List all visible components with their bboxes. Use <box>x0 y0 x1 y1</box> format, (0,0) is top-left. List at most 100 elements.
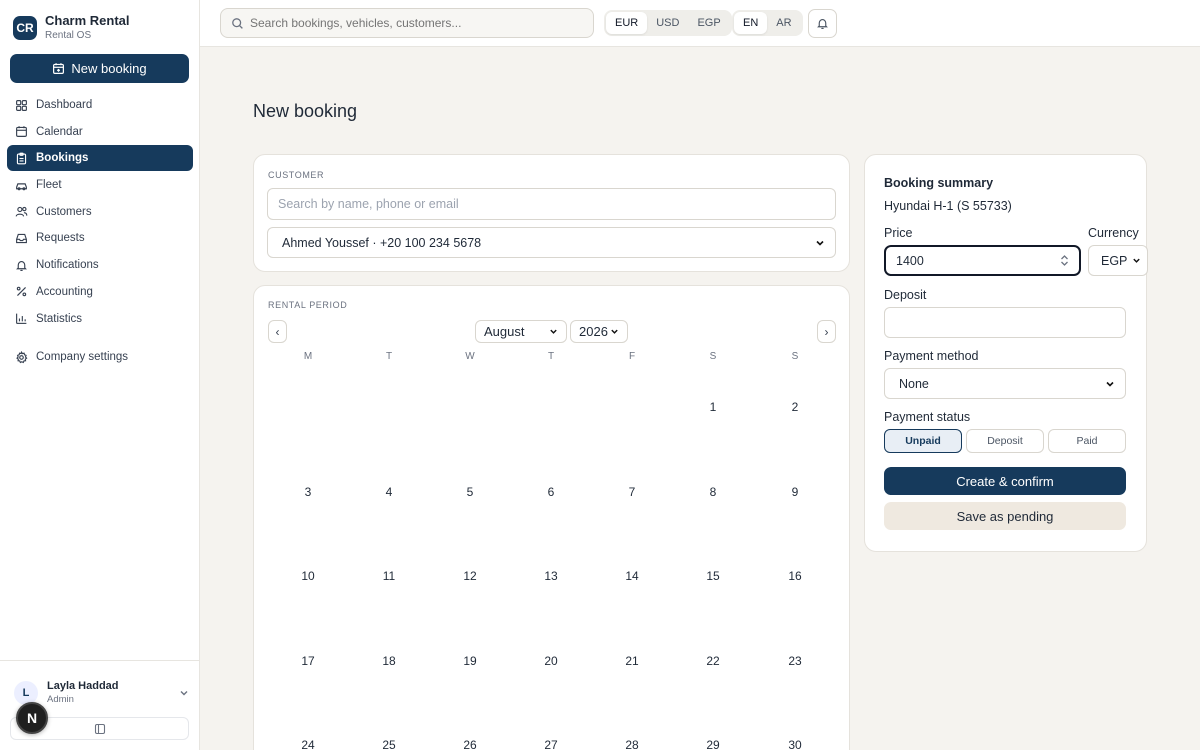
calendar-day[interactable]: 18 <box>369 654 409 668</box>
customer-selected-value: Ahmed Youssef · +20 100 234 5678 <box>282 235 482 250</box>
chevron-down-icon <box>816 240 824 246</box>
calendar-day[interactable]: 30 <box>775 738 815 750</box>
calendar-icon <box>16 126 27 138</box>
calendar-day[interactable]: 3 <box>288 485 328 499</box>
sidebar-item-label: Statistics <box>36 312 83 325</box>
currency-select[interactable]: EGP <box>1088 245 1148 276</box>
payment-method-select[interactable]: None <box>884 368 1126 399</box>
payment-status-deposit[interactable]: Deposit <box>966 429 1044 453</box>
calendar-day[interactable]: 4 <box>369 485 409 499</box>
sidebar-item-calendar[interactable]: Calendar <box>7 119 193 145</box>
currency-option-usd[interactable]: USD <box>647 12 688 34</box>
sidebar: CR Charm Rental Rental OS New booking Da… <box>0 0 200 750</box>
currency-switcher: EUR USD EGP <box>604 10 732 36</box>
calendar-day[interactable]: 29 <box>693 738 733 750</box>
sidebar-item-notifications[interactable]: Notifications <box>7 252 193 278</box>
calendar-day[interactable]: 9 <box>775 485 815 499</box>
sidebar-item-bookings[interactable]: Bookings <box>7 145 193 172</box>
save-pending-button[interactable]: Save as pending <box>884 502 1126 530</box>
calendar-day[interactable]: 20 <box>531 654 571 668</box>
brand-logo: CR <box>13 15 37 40</box>
month-value: August <box>484 324 525 339</box>
car-icon <box>16 182 27 190</box>
sidebar-item-customers[interactable]: Customers <box>7 199 193 225</box>
new-booking-button[interactable]: New booking <box>10 54 189 83</box>
page-title: New booking <box>253 101 358 121</box>
calendar-day[interactable]: 1 <box>693 400 733 414</box>
weekday-label: F <box>628 351 636 362</box>
clipboard-icon <box>16 152 27 165</box>
calendar-day[interactable]: 6 <box>531 485 571 499</box>
sidebar-item-label: Fleet <box>36 179 62 192</box>
n-badge[interactable]: N <box>16 702 48 734</box>
user-menu[interactable]: L Layla Haddad Admin <box>14 679 189 707</box>
calendar-day[interactable]: 23 <box>775 654 815 668</box>
sidebar-item-requests[interactable]: Requests <box>7 225 193 251</box>
sidebar-item-label: Requests <box>36 232 85 245</box>
calendar-day[interactable]: 11 <box>369 569 409 583</box>
price-input[interactable]: 1400 <box>884 245 1081 276</box>
calendar-day[interactable]: 12 <box>450 569 490 583</box>
currency-option-eur[interactable]: EUR <box>606 12 648 34</box>
topbar: EUR USD EGP EN AR <box>200 0 1200 47</box>
sidebar-item-statistics[interactable]: Statistics <box>7 306 193 332</box>
sidebar-item-fleet[interactable]: Fleet <box>7 172 193 198</box>
sidebar-item-label: Notifications <box>36 259 99 272</box>
brand-name: Charm Rental <box>45 13 130 28</box>
stepper-icon[interactable] <box>1060 254 1069 267</box>
calendar-day[interactable]: 22 <box>693 654 733 668</box>
notifications-button[interactable] <box>808 9 837 38</box>
weekday-label: T <box>547 351 555 362</box>
customer-search-placeholder: Search by name, phone or email <box>278 197 459 211</box>
global-search[interactable] <box>220 8 594 38</box>
customer-section-label: CUSTOMER <box>268 170 325 180</box>
bar-chart-icon <box>16 313 27 324</box>
calendar-prev-button[interactable]: ‹ <box>268 320 287 343</box>
calendar-day[interactable]: 27 <box>531 738 571 750</box>
sidebar-item-company-settings[interactable]: Company settings <box>7 344 193 370</box>
calendar-next-button[interactable]: › <box>817 320 836 343</box>
search-input[interactable] <box>250 16 570 30</box>
chevron-down-icon <box>1106 381 1114 387</box>
payment-status-unpaid[interactable]: Unpaid <box>884 429 962 453</box>
currency-label: Currency <box>1088 226 1139 240</box>
brand[interactable]: CR Charm Rental Rental OS <box>13 13 130 42</box>
calendar-day[interactable]: 24 <box>288 738 328 750</box>
create-confirm-button[interactable]: Create & confirm <box>884 467 1126 495</box>
calendar-day[interactable]: 14 <box>612 569 652 583</box>
month-select[interactable]: August <box>475 320 567 343</box>
calendar-day[interactable]: 8 <box>693 485 733 499</box>
calendar-day[interactable]: 25 <box>369 738 409 750</box>
calendar-plus-icon <box>53 63 65 74</box>
calendar-day[interactable]: 13 <box>531 569 571 583</box>
calendar-day[interactable]: 28 <box>612 738 652 750</box>
calendar-day[interactable]: 16 <box>775 569 815 583</box>
deposit-label: Deposit <box>884 288 927 302</box>
currency-option-egp[interactable]: EGP <box>688 12 729 34</box>
language-option-ar[interactable]: AR <box>767 12 800 34</box>
year-select[interactable]: 2026 <box>570 320 628 343</box>
calendar-day[interactable]: 5 <box>450 485 490 499</box>
calendar-day[interactable]: 17 <box>288 654 328 668</box>
calendar-day[interactable]: 19 <box>450 654 490 668</box>
search-icon <box>232 17 243 29</box>
payment-status-paid[interactable]: Paid <box>1048 429 1126 453</box>
calendar-day[interactable]: 15 <box>693 569 733 583</box>
calendar-day[interactable]: 26 <box>450 738 490 750</box>
percent-icon <box>16 287 27 297</box>
language-option-en[interactable]: EN <box>734 12 768 34</box>
sidebar-item-dashboard[interactable]: Dashboard <box>7 92 193 118</box>
calendar-day[interactable]: 21 <box>612 654 652 668</box>
calendar-day[interactable]: 10 <box>288 569 328 583</box>
customer-select[interactable]: Ahmed Youssef · +20 100 234 5678 <box>267 227 836 258</box>
sidebar-item-accounting[interactable]: Accounting <box>7 279 193 305</box>
deposit-input[interactable] <box>884 307 1126 338</box>
calendar-day[interactable]: 2 <box>775 400 815 414</box>
sidebar-toggle-icon <box>94 723 105 734</box>
calendar-day[interactable]: 7 <box>612 485 652 499</box>
weekday-label: M <box>303 351 313 362</box>
sidebar-item-label: Accounting <box>36 285 93 298</box>
chevron-down-icon <box>180 691 188 696</box>
sidebar-item-label: Company settings <box>36 351 129 364</box>
customer-search-input[interactable]: Search by name, phone or email <box>267 188 836 220</box>
